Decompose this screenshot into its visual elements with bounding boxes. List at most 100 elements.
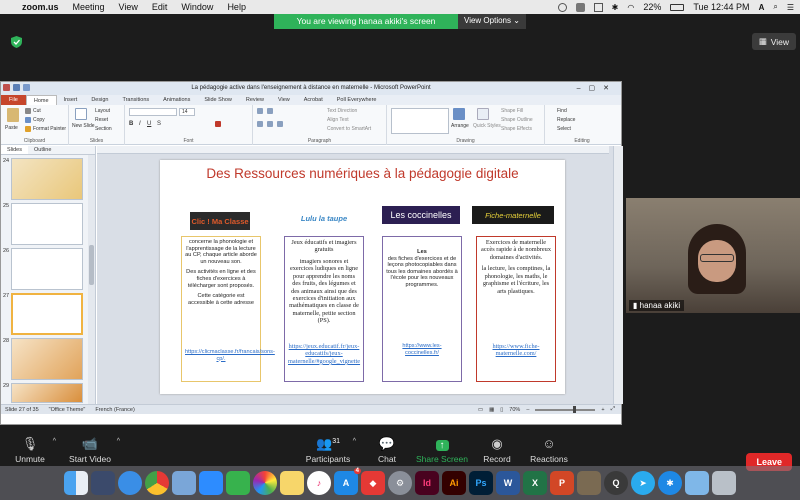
pane-scrollbar[interactable] <box>88 155 95 404</box>
zoom-in-icon[interactable]: + <box>601 407 604 413</box>
menu-meeting[interactable]: Meeting <box>73 2 105 12</box>
tab-insert[interactable]: Insert <box>57 97 85 103</box>
zoom-slider[interactable] <box>535 405 596 413</box>
replace-button[interactable]: Replace <box>557 117 575 123</box>
accessibility-icon[interactable]: ✱ <box>658 471 682 495</box>
window-controls[interactable]: –▢✕ <box>577 82 617 95</box>
chevron-up-icon[interactable]: ^ <box>117 438 120 445</box>
shape-fill-button[interactable]: Shape Fill <box>501 108 523 114</box>
wifi-icon[interactable]: ◠ <box>627 3 634 12</box>
select-button[interactable]: Select <box>557 126 571 132</box>
screen-icon[interactable] <box>575 2 585 12</box>
share-screen-button[interactable]: ↑ Share Screen <box>410 436 474 464</box>
ppt-app-icon[interactable] <box>3 84 10 91</box>
align-right-icon[interactable] <box>277 121 283 127</box>
new-slide-icon[interactable] <box>75 108 87 120</box>
cut-button[interactable]: Cut <box>33 108 41 114</box>
copy-icon[interactable] <box>25 117 31 123</box>
cut-icon[interactable] <box>25 108 31 114</box>
tab-slide-show[interactable]: Slide Show <box>197 97 239 103</box>
powerpoint-icon[interactable]: P <box>550 471 574 495</box>
menu-edit[interactable]: Edit <box>152 2 168 12</box>
shapes-gallery[interactable] <box>391 108 449 134</box>
text-direction-button[interactable]: Text Direction <box>327 108 357 114</box>
editor-scrollbar[interactable] <box>613 146 623 404</box>
chevron-up-icon[interactable]: ^ <box>353 438 356 445</box>
quick-styles-icon[interactable] <box>477 108 489 120</box>
excel-icon[interactable]: X <box>523 471 547 495</box>
spotlight-icon[interactable]: ⌕ <box>773 2 777 12</box>
copy-button[interactable]: Copy <box>33 117 45 123</box>
paste-icon[interactable] <box>7 108 19 122</box>
underline-button[interactable]: U <box>147 121 151 127</box>
bluetooth-icon[interactable]: ✱ <box>612 3 619 12</box>
tab-animations[interactable]: Animations <box>156 97 197 103</box>
slide-thumbnail-29[interactable] <box>11 383 83 403</box>
menu-window[interactable]: Window <box>181 2 213 12</box>
slide-canvas[interactable]: Des Ressources numériques à la pédagogie… <box>160 160 565 394</box>
format-painter-button[interactable]: Format Painter <box>33 126 66 132</box>
reset-button[interactable]: Reset <box>95 117 108 123</box>
link-clicmaclasse[interactable]: https://clicmaclasse.fr/francais/sons-cp… <box>185 349 275 362</box>
zoom-out-icon[interactable]: – <box>526 407 529 413</box>
save-icon[interactable] <box>13 84 20 91</box>
photoshop-icon[interactable]: Ps <box>469 471 493 495</box>
telegram-icon[interactable]: ➤ <box>631 471 655 495</box>
view-button[interactable]: ▦ View <box>751 33 796 50</box>
quicktime-icon[interactable]: Q <box>604 471 628 495</box>
tab-view[interactable]: View <box>271 97 297 103</box>
align-text-button[interactable]: Align Text <box>327 117 349 123</box>
link-fiche-maternelle[interactable]: https://www.fiche-maternelle.com/ <box>480 343 552 358</box>
format-painter-icon[interactable] <box>25 126 31 132</box>
link-jeux-educatifs[interactable]: https://jeux.educatif.fr/jeux-educatifs/… <box>288 343 360 365</box>
participant-video[interactable]: ▮ hanaa akiki <box>626 198 800 313</box>
paste-button[interactable]: Paste <box>5 125 18 131</box>
shield-icon[interactable] <box>11 36 22 48</box>
preview-icon[interactable] <box>172 471 196 495</box>
layout-button[interactable]: Layout <box>95 108 110 114</box>
gimp-icon[interactable] <box>577 471 601 495</box>
quick-styles-button[interactable]: Quick Styles <box>473 123 501 129</box>
arrange-icon[interactable] <box>453 108 465 120</box>
font-size-select[interactable]: 14 <box>179 108 195 116</box>
slide-thumbnail-27[interactable] <box>11 293 83 335</box>
align-left-icon[interactable] <box>257 121 263 127</box>
slide-thumbnail-24[interactable] <box>11 158 83 200</box>
chrome-icon[interactable] <box>145 471 169 495</box>
tab-slides[interactable]: Slides <box>1 146 28 154</box>
section-button[interactable]: Section <box>95 126 112 132</box>
tab-poll-everywhere[interactable]: Poll Everywhere <box>330 97 384 103</box>
chat-button[interactable]: 💬 Chat <box>357 436 417 464</box>
numbering-icon[interactable] <box>267 108 273 114</box>
bullets-icon[interactable] <box>257 108 263 114</box>
link-les-coccinelles[interactable]: https://www.les-coccinelles.fr/ <box>386 343 458 356</box>
menu-help[interactable]: Help <box>227 2 246 12</box>
display-icon[interactable] <box>593 2 603 12</box>
start-video-button[interactable]: 📹 ^ Start Video <box>56 436 124 464</box>
input-source-icon[interactable]: A <box>759 3 765 12</box>
align-center-icon[interactable] <box>267 121 273 127</box>
menu-view[interactable]: View <box>119 2 138 12</box>
convert-smartart-button[interactable]: Convert to SmartArt <box>327 126 371 132</box>
font-name-select[interactable] <box>129 108 177 116</box>
find-button[interactable]: Find <box>557 108 567 114</box>
italic-button[interactable]: I <box>139 121 141 127</box>
folder-icon[interactable] <box>685 471 709 495</box>
itunes-icon[interactable]: ♪ <box>307 471 331 495</box>
zoom-icon[interactable] <box>199 471 223 495</box>
tab-home[interactable]: Home <box>25 95 57 105</box>
record-button[interactable]: ◉ Record <box>467 436 527 464</box>
trash-icon[interactable] <box>712 471 736 495</box>
menu-app-zoom[interactable]: zoom.us <box>22 2 59 12</box>
word-icon[interactable]: W <box>496 471 520 495</box>
reading-view-icon[interactable]: ▯ <box>500 407 503 413</box>
slide-title[interactable]: Des Ressources numériques à la pédagogie… <box>160 166 565 181</box>
tab-transitions[interactable]: Transitions <box>115 97 156 103</box>
clock[interactable]: Tue 12:44 PM <box>693 2 749 12</box>
tab-outline[interactable]: Outline <box>28 146 57 154</box>
font-color-icon[interactable] <box>215 121 221 127</box>
tab-review[interactable]: Review <box>239 97 271 103</box>
tab-design[interactable]: Design <box>84 97 115 103</box>
new-slide-button[interactable]: New Slide <box>72 123 95 129</box>
notes-icon[interactable] <box>280 471 304 495</box>
